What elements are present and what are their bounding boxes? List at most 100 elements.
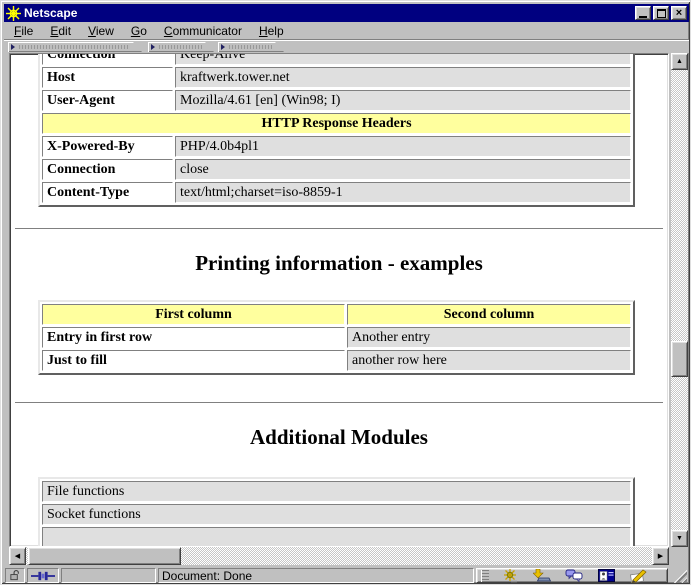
maximize-button[interactable] <box>653 6 669 20</box>
scroll-down-button[interactable]: ▼ <box>671 530 688 547</box>
table-row: Connection close <box>42 159 631 180</box>
progress-panel <box>61 568 156 583</box>
netscape-logo-icon <box>6 5 21 21</box>
http-headers-table: Connection Keep-Alive Host kraftwerk.tow… <box>38 54 635 207</box>
header-name: X-Powered-By <box>42 136 173 157</box>
additional-modules-table: File functions Socket functions <box>38 477 635 546</box>
modules-section-title: Additional Modules <box>250 425 428 449</box>
netscape-window: Netscape × File Edit View Go Communicato… <box>0 0 691 585</box>
menu-communicator[interactable]: Communicator <box>164 24 242 38</box>
expand-arrow-icon <box>11 44 15 50</box>
vertical-scrollbar[interactable]: ▲ ▼ <box>671 53 688 547</box>
title-bar[interactable]: Netscape × <box>4 4 689 22</box>
document-status-text: Document: Done <box>162 568 253 583</box>
header-value: Mozilla/4.61 [en] (Win98; I) <box>175 90 631 111</box>
column-header: Second column <box>347 304 631 325</box>
module-name: Socket functions <box>42 504 631 525</box>
down-arrow-icon: ▼ <box>676 535 683 542</box>
table-row: User-Agent Mozilla/4.61 [en] (Win98; I) <box>42 90 631 111</box>
table-row: Host kraftwerk.tower.net <box>42 67 631 88</box>
horizontal-rule <box>15 402 663 404</box>
header-value: kraftwerk.tower.net <box>175 67 631 88</box>
discussions-button[interactable] <box>563 569 585 583</box>
header-value: Keep-Alive <box>175 54 631 65</box>
close-icon: × <box>675 6 683 19</box>
section-banner: HTTP Response Headers <box>42 113 631 134</box>
composer-pen-icon <box>630 569 647 583</box>
scroll-left-button[interactable]: ◀ <box>9 547 26 565</box>
component-bar <box>476 568 668 583</box>
table-row: First column Second column <box>42 304 631 325</box>
row-value: Another entry <box>347 327 631 348</box>
address-book-icon <box>597 569 615 582</box>
security-indicator[interactable] <box>5 568 25 583</box>
table-row: Content-Type text/html;charset=iso-8859-… <box>42 182 631 203</box>
scroll-up-button[interactable]: ▲ <box>671 53 688 70</box>
table-row: Just to fill another row here <box>42 350 631 371</box>
row-value: another row here <box>347 350 631 371</box>
table-row: Entry in first row Another entry <box>42 327 631 348</box>
column-header: First column <box>42 304 345 325</box>
header-name: Connection <box>42 159 173 180</box>
table-row: X-Powered-By PHP/4.0b4pl1 <box>42 136 631 157</box>
document-status-panel: Document: Done <box>158 568 474 583</box>
header-value: text/html;charset=iso-8859-1 <box>175 182 631 203</box>
collapsed-personal-toolbar-tab[interactable] <box>218 42 284 52</box>
module-name: File functions <box>42 481 631 502</box>
speech-bubbles-icon <box>565 569 583 582</box>
component-bar-grip[interactable] <box>481 569 489 582</box>
plug-icon <box>31 571 55 580</box>
menu-view[interactable]: View <box>88 24 114 38</box>
minimize-button[interactable] <box>635 6 651 20</box>
inbox-button[interactable] <box>531 568 553 583</box>
left-arrow-icon: ◀ <box>14 552 21 560</box>
menu-file[interactable]: File <box>14 24 33 38</box>
menu-help[interactable]: Help <box>259 24 284 38</box>
expand-arrow-icon <box>221 44 225 50</box>
horizontal-scrollbar[interactable]: ◀ ▶ <box>9 547 669 565</box>
row-label: Just to fill <box>42 350 345 371</box>
table-row: Socket functions <box>42 504 631 525</box>
table-row <box>42 527 631 546</box>
scrollbar-corner <box>671 547 688 565</box>
close-button[interactable]: × <box>671 6 687 20</box>
open-padlock-icon <box>10 569 19 581</box>
toolbar-strip <box>4 41 689 53</box>
inbox-icon <box>533 568 551 581</box>
collapsed-location-toolbar-tab[interactable] <box>148 42 214 52</box>
navigator-wheel-icon <box>504 568 517 582</box>
online-status-indicator[interactable] <box>27 568 59 583</box>
window-title: Netscape <box>24 6 78 20</box>
header-name: User-Agent <box>42 90 173 111</box>
header-name: Connection <box>42 54 173 65</box>
page-content: Connection Keep-Alive Host kraftwerk.tow… <box>10 54 668 546</box>
scroll-right-button[interactable]: ▶ <box>652 547 669 565</box>
printing-section-title: Printing information - examples <box>195 251 483 275</box>
menu-edit[interactable]: Edit <box>50 24 71 38</box>
right-arrow-icon: ▶ <box>657 552 664 560</box>
composer-button[interactable] <box>627 569 649 583</box>
collapsed-navigation-toolbar-tab[interactable] <box>8 42 142 52</box>
header-name: Content-Type <box>42 182 173 203</box>
printing-examples-table: First column Second column Entry in firs… <box>38 300 635 375</box>
maximize-icon <box>656 8 666 18</box>
row-label: Entry in first row <box>42 327 345 348</box>
header-value: PHP/4.0b4pl1 <box>175 136 631 157</box>
table-row: HTTP Response Headers <box>42 113 631 134</box>
up-arrow-icon: ▲ <box>676 58 683 65</box>
menu-bar: File Edit View Go Communicator Help <box>4 22 689 40</box>
menu-go[interactable]: Go <box>131 24 147 38</box>
minimize-icon <box>639 15 647 18</box>
table-row: Connection Keep-Alive <box>42 54 631 65</box>
address-book-button[interactable] <box>595 569 617 583</box>
table-row: File functions <box>42 481 631 502</box>
status-bar: Document: Done <box>4 567 689 584</box>
module-name-partial <box>42 527 631 546</box>
header-value: close <box>175 159 631 180</box>
window-resize-grip[interactable] <box>672 568 687 583</box>
horizontal-scrollbar-thumb[interactable] <box>28 547 181 565</box>
header-name: Host <box>42 67 173 88</box>
vertical-scrollbar-thumb[interactable] <box>671 341 688 377</box>
horizontal-rule <box>15 228 663 230</box>
navigator-button[interactable] <box>499 568 521 583</box>
